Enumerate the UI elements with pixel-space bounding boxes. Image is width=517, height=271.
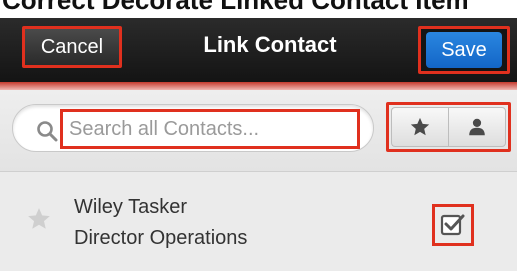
person-icon <box>469 118 485 136</box>
checkbox-checked-icon <box>440 214 465 236</box>
contact-title: Director Operations <box>74 227 248 249</box>
my-contacts-filter-button[interactable] <box>448 107 506 147</box>
search-toolbar <box>0 90 517 172</box>
nav-bar: Cancel Link Contact Save <box>0 18 517 82</box>
favorite-star-icon[interactable] <box>26 206 52 232</box>
page-title: Link Contact <box>203 32 337 57</box>
save-button-frame[interactable]: Save <box>418 26 510 74</box>
select-checkbox[interactable] <box>432 204 474 246</box>
save-button[interactable]: Save <box>426 32 502 68</box>
header-divider <box>0 82 517 90</box>
star-icon <box>410 117 430 136</box>
search-icon <box>37 121 58 142</box>
filter-toggle-group <box>386 102 511 152</box>
search-box[interactable] <box>12 104 374 152</box>
list-item[interactable]: Wiley Tasker Director Operations <box>0 172 517 271</box>
search-input[interactable] <box>60 109 360 149</box>
favorites-filter-button[interactable] <box>391 107 448 147</box>
top-cropped-text: Correct Decorate Linked Contact Item <box>0 0 517 18</box>
contact-name: Wiley Tasker <box>74 196 187 218</box>
cancel-button[interactable]: Cancel <box>22 26 122 68</box>
